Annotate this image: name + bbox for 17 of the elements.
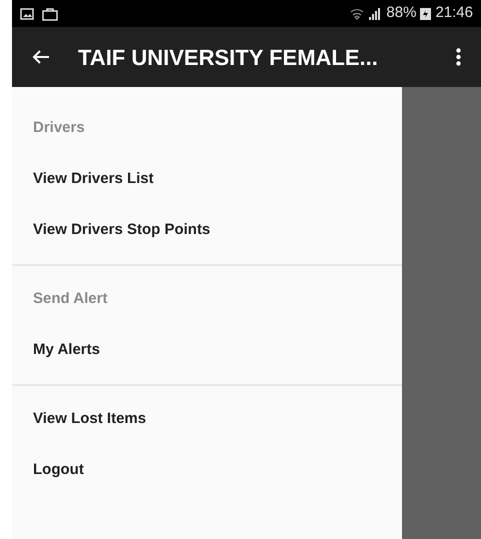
menu-item[interactable]: View Drivers List [33,168,154,191]
app-title: TAIF UNIVERSITY FEMALE... [78,44,378,72]
battery-icon [420,8,432,20]
menu-item[interactable]: View Lost Items [33,408,146,431]
wifi-icon [350,8,364,20]
battery-percent: 88% [386,3,416,24]
section-header: Send Alert [33,289,108,310]
clock: 21:46 [435,3,473,24]
menu-item[interactable]: My Alerts [33,339,100,362]
back-icon[interactable] [32,49,50,65]
section-header: Drivers [33,118,85,138]
menu-item[interactable]: View Drivers Stop Points [33,219,210,242]
briefcase-icon [42,6,58,20]
image-icon [20,8,34,20]
signal-icon [368,8,382,20]
menu-item[interactable]: Logout [33,459,84,482]
more-icon[interactable] [456,48,461,66]
